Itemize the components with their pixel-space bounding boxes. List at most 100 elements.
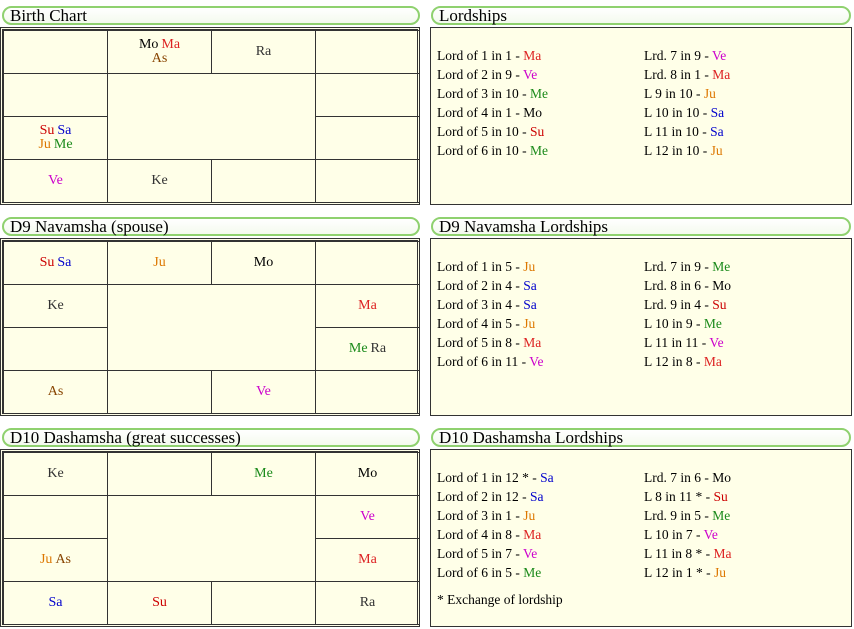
- house-cell: Mo Ma As: [107, 30, 212, 74]
- planet-label: Sa: [529, 489, 544, 504]
- house-cell: [107, 452, 212, 496]
- planet-label: Me: [254, 466, 273, 481]
- house-cell: Me Ra: [315, 327, 420, 371]
- house-cell: [3, 73, 108, 117]
- planet-label: Ve: [256, 384, 271, 399]
- lordship-line: Lrd. 7 in 6 - Mo: [644, 468, 732, 487]
- planet-label: Me: [712, 508, 731, 523]
- house-cell: [3, 327, 108, 371]
- lordship-line: L 11 in 10 - Sa: [644, 122, 730, 141]
- house-cell: Me: [211, 452, 316, 496]
- house-cell: [315, 370, 420, 414]
- house-planet-row: Ju: [153, 256, 165, 270]
- lordship-line: Lrd. 8 in 6 - Mo: [644, 276, 731, 295]
- chart-center: [107, 73, 316, 160]
- d9-chart-header: D9 Navamsha (spouse): [2, 217, 420, 236]
- planet-label: Ra: [370, 341, 387, 356]
- house-planet-row: Ve: [256, 385, 271, 399]
- planet-label: Su: [152, 595, 167, 610]
- planet-label: As: [55, 552, 71, 567]
- planet-label: Ke: [151, 173, 168, 188]
- house-planet-row: Me: [254, 467, 273, 481]
- planet-label: Mo: [712, 470, 732, 485]
- house-planet-row: Mo: [254, 256, 273, 270]
- lordship-text: Lord of 6 in 11 -: [437, 354, 530, 369]
- house-cell: Ve: [3, 159, 108, 203]
- lordship-line: L 12 in 8 - Ma: [644, 352, 731, 371]
- planet-label: Ma: [358, 298, 377, 313]
- planet-label: Ju: [39, 552, 53, 567]
- house-cell: Su Sa: [3, 241, 108, 285]
- house-planet-row: As: [48, 385, 64, 399]
- lordship-line: L 10 in 9 - Me: [644, 314, 731, 333]
- lordship-line: L 10 in 7 - Ve: [644, 525, 732, 544]
- lordship-line: Lrd. 9 in 4 - Su: [644, 295, 731, 314]
- lordship-text: Lrd. 7 in 6 -: [644, 470, 713, 485]
- planet-label: Ju: [153, 255, 166, 270]
- lordships-left-column: Lord of 1 in 5 - Ju Lord of 2 in 4 - Sa Lo…: [437, 257, 544, 371]
- planet-label: Ju: [523, 316, 536, 331]
- planet-label: Sa: [57, 255, 72, 270]
- planet-label: Ju: [523, 508, 536, 523]
- lordship-text: Lord of 2 in 12 -: [437, 489, 530, 504]
- house-planet-row: Ve: [360, 510, 375, 524]
- planet-label: Su: [712, 297, 727, 312]
- planet-label: Me: [348, 341, 368, 356]
- planet-label: Me: [712, 259, 731, 274]
- planet-label: Me: [703, 316, 722, 331]
- lordship-line: Lord of 1 in 1 - Ma: [437, 46, 548, 65]
- planet-label: Ra: [255, 44, 272, 59]
- house-planet-row: Su: [152, 596, 167, 610]
- house-planet-row: Su Sa: [40, 124, 72, 138]
- d9-lordships-panel: Lord of 1 in 5 - Ju Lord of 2 in 4 - Sa Lo…: [430, 238, 852, 416]
- lordship-line: L 8 in 11 * - Su: [644, 487, 732, 506]
- lordship-line: Lord of 5 in 7 - Ve: [437, 544, 554, 563]
- planet-label: Ma: [523, 48, 542, 63]
- house-planet-row: Su Sa: [40, 256, 72, 270]
- lordship-line: Lord of 6 in 10 - Me: [437, 141, 548, 160]
- planet-label: Ve: [703, 527, 718, 542]
- lordship-text: Lord of 6 in 5 -: [437, 565, 524, 580]
- planet-label: Ve: [48, 173, 63, 188]
- house-planet-row: Mo: [358, 467, 377, 481]
- planet-label: Ma: [358, 552, 377, 567]
- planet-label: As: [151, 51, 168, 66]
- house-cell: [315, 30, 420, 74]
- planet-label: Ju: [38, 137, 51, 152]
- house-cell: [315, 241, 420, 285]
- lordship-text: L 11 in 11 -: [644, 335, 710, 350]
- lordship-line: Lord of 4 in 1 - Mo: [437, 103, 548, 122]
- planet-label: As: [47, 384, 64, 399]
- lordship-text: Lord of 4 in 8 -: [437, 527, 524, 542]
- lordship-text: Lord of 3 in 4 -: [437, 297, 524, 312]
- house-planet-row: Ke: [47, 467, 63, 481]
- d10-chart-title: D10 Dashamsha (great successes): [10, 428, 241, 447]
- planet-label: Mo: [253, 255, 274, 270]
- house-planet-row: Ve: [48, 174, 63, 188]
- planet-label: Mo: [523, 105, 542, 120]
- planet-label: Mo: [138, 37, 159, 52]
- birth-chart-grid: Ve Mo Ma As Ke Ra Su Sa Ju Me: [0, 27, 420, 205]
- lordship-line: Lord of 3 in 1 - Ju: [437, 506, 554, 525]
- lordship-text: Lrd. 7 in 9 -: [644, 259, 713, 274]
- birth-chart-header: Birth Chart: [2, 6, 420, 25]
- lordship-line: Lord of 3 in 4 - Sa: [437, 295, 544, 314]
- house-planet-row: Ke: [47, 299, 63, 313]
- planet-label: Ma: [523, 335, 542, 350]
- planet-label: Ma: [161, 37, 181, 52]
- lordship-line: Lord of 3 in 10 - Me: [437, 84, 548, 103]
- lordship-text: Lrd. 9 in 4 -: [644, 297, 713, 312]
- lordship-line: Lord of 4 in 8 - Ma: [437, 525, 554, 544]
- chart-center: [107, 495, 316, 582]
- house-planet-row: Ju As: [40, 553, 71, 567]
- house-planet-row: Ra: [256, 45, 272, 59]
- d10-lordships-header: D10 Dashamsha Lordships: [431, 428, 851, 447]
- planet-label: Ke: [47, 298, 64, 313]
- lordships-left-column: Lord of 1 in 12 * - Sa Lord of 2 in 12 - …: [437, 468, 554, 582]
- house-planet-row: Ju Me: [38, 138, 72, 152]
- house-cell: Ma: [315, 284, 420, 328]
- house-planet-row: Ma: [358, 553, 377, 567]
- planet-label: Sa: [48, 595, 63, 610]
- lordship-text: L 9 in 10 -: [644, 86, 704, 101]
- planet-label: Ju: [714, 565, 727, 580]
